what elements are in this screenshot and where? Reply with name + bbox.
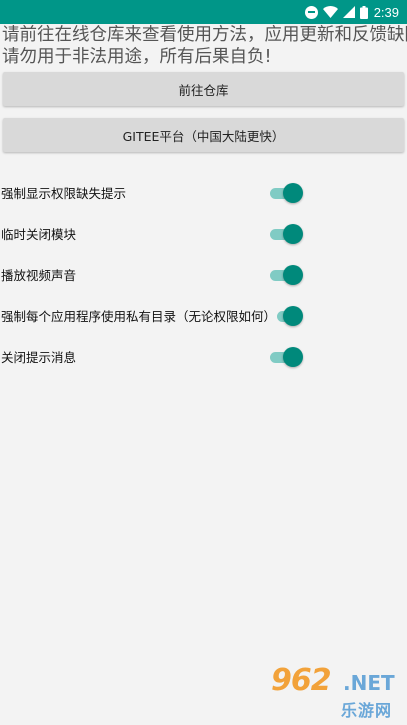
- setting-row-disable-toast: 关闭提示消息: [0, 336, 407, 377]
- status-time: 2:39: [373, 4, 399, 20]
- do-not-disturb-icon: [304, 5, 318, 19]
- toggle-force-permission-hint[interactable]: [269, 182, 303, 203]
- signal-icon: [342, 6, 355, 18]
- notice-line-1: 请前往在线仓库来查看使用方法，应用更新和反馈缺陷: [2, 25, 407, 45]
- toggle-disable-module[interactable]: [269, 223, 303, 244]
- watermark-cn: 乐游网: [341, 701, 393, 720]
- notice-line-2: 请勿用于非法用途，所有后果自负!: [2, 47, 272, 67]
- status-bar: 2:39: [0, 0, 407, 24]
- setting-row-disable-module: 临时关闭模块: [0, 213, 407, 254]
- toggle-private-directory[interactable]: [276, 305, 303, 326]
- watermark-logo: 962 .NET 乐游网: [269, 663, 401, 725]
- setting-label: 临时关闭模块: [1, 227, 77, 242]
- gitee-button[interactable]: GITEE平台（中国大陆更快）: [3, 118, 404, 152]
- settings-list: 强制显示权限缺失提示 临时关闭模块 播放视频声音 强制每个应用程序使用私有目录（…: [0, 172, 407, 377]
- watermark-suffix: .NET: [343, 671, 395, 695]
- watermark-number: 962: [271, 663, 332, 698]
- toggle-disable-toast[interactable]: [269, 346, 303, 367]
- setting-label: 播放视频声音: [1, 268, 77, 283]
- notice-text: 请前往在线仓库来查看使用方法，应用更新和反馈缺陷 请勿用于非法用途，所有后果自负…: [0, 24, 407, 68]
- wifi-icon: [322, 6, 338, 18]
- setting-row-play-video-sound: 播放视频声音: [0, 254, 407, 295]
- open-repo-button[interactable]: 前往仓库: [3, 72, 404, 106]
- setting-label: 强制每个应用程序使用私有目录（无论权限如何）: [1, 309, 277, 324]
- setting-label: 关闭提示消息: [1, 350, 77, 365]
- battery-icon: [359, 5, 368, 19]
- setting-row-private-directory: 强制每个应用程序使用私有目录（无论权限如何）: [0, 295, 407, 336]
- setting-row-force-permission-hint: 强制显示权限缺失提示: [0, 172, 407, 213]
- setting-label: 强制显示权限缺失提示: [1, 186, 127, 201]
- toggle-play-video-sound[interactable]: [269, 264, 303, 285]
